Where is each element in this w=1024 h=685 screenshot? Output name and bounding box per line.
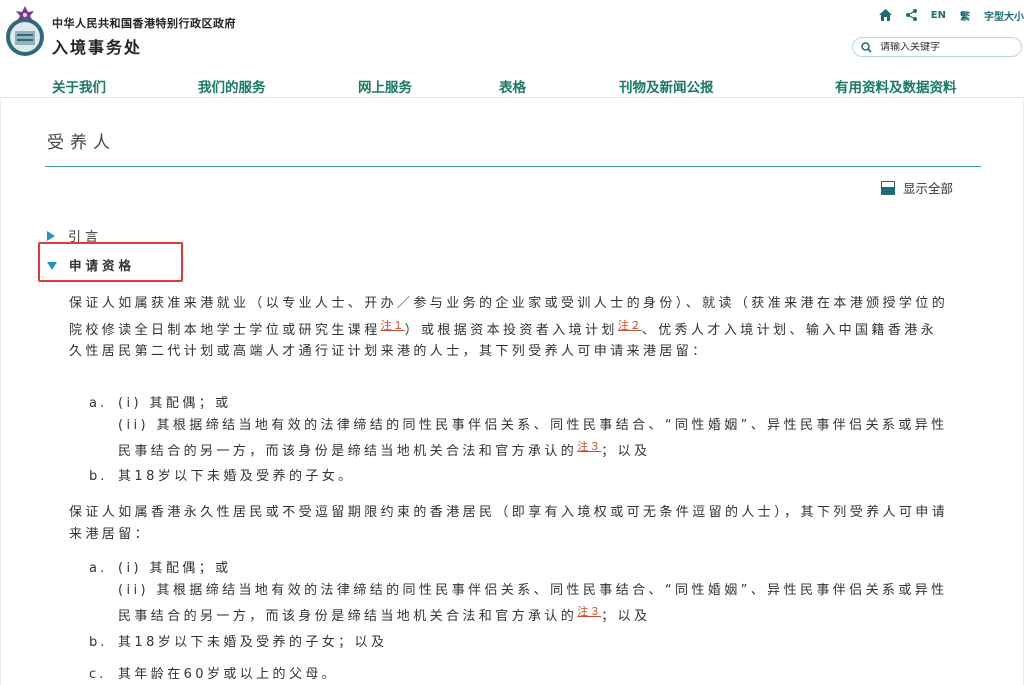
- footnote-link-1[interactable]: 注１: [381, 319, 405, 332]
- government-title: 中华人民共和国香港特别行政区政府: [52, 17, 236, 30]
- footnote-link-3[interactable]: 注３: [577, 605, 601, 618]
- caret-right-icon: [47, 230, 55, 241]
- show-all-toggle[interactable]: 显示全部: [881, 178, 953, 197]
- caret-down-icon: [47, 261, 57, 270]
- title-divider: [45, 166, 981, 167]
- nav-useful-info-statistics[interactable]: 有用资料及数据资料: [835, 76, 957, 96]
- language-tc-link[interactable]: 繁: [960, 8, 970, 23]
- eligibility-paragraph-2: 保证人如属香港永久性居民或不受逗留期限约束的香港居民（即享有入境权或可无条件逗留…: [69, 505, 949, 542]
- main-nav: 关于我们 我们的服务 网上服务 表格 刊物及新闻公报 有用资料及数据资料: [0, 70, 1024, 98]
- list-item: a. (i) 其配偶；或 (ii) 其根据缔结当地有效的法律缔结的同性民事伴侣关…: [89, 396, 948, 459]
- footnote-link-3[interactable]: 注３: [577, 440, 601, 453]
- section-label: 申请资格: [69, 258, 136, 273]
- home-icon[interactable]: [878, 9, 892, 21]
- nav-our-services[interactable]: 我们的服务: [198, 76, 266, 96]
- nav-about-us[interactable]: 关于我们: [52, 76, 106, 96]
- utility-bar: EN 繁 字型大小: [865, 6, 1024, 24]
- search-input[interactable]: [880, 41, 1000, 53]
- nav-online-services[interactable]: 网上服务: [358, 76, 412, 96]
- search-icon[interactable]: [861, 41, 872, 53]
- main-content: 受养人 显示全部 引言 申请资格 保证人如属获准来港就业（以专业人士、开办／参与…: [0, 98, 1024, 685]
- site-header: 中华人民共和国香港特别行政区政府 入境事务处 EN 繁 字型大小: [0, 0, 1024, 68]
- nav-forms[interactable]: 表格: [499, 76, 526, 96]
- hksar-emblem-logo[interactable]: [4, 4, 46, 60]
- nav-publications-press[interactable]: 刊物及新闻公报: [619, 76, 714, 96]
- language-en-link[interactable]: EN: [931, 10, 946, 21]
- eligibility-paragraph-1: 保证人如属获准来港就业（以专业人士、开办／参与业务的企业家或受训人士的身份）、就…: [69, 296, 949, 359]
- expand-all-icon: [881, 180, 895, 195]
- page-title: 受养人: [47, 133, 116, 153]
- footnote-link-2[interactable]: 注２: [618, 319, 642, 332]
- show-all-label: 显示全部: [903, 181, 954, 196]
- list-item: b. 其18岁以下未婚及受养的子女；以及: [89, 635, 388, 650]
- department-title[interactable]: 入境事务处: [52, 34, 142, 58]
- list-item: b. 其18岁以下未婚及受养的子女。: [89, 469, 355, 484]
- font-size-control[interactable]: 字型大小: [984, 8, 1024, 23]
- section-eligibility[interactable]: 申请资格: [47, 255, 135, 274]
- list-item: c. 其年龄在60岁或以上的父母。: [89, 667, 339, 682]
- search-box[interactable]: [852, 37, 1022, 57]
- list-item: a. (i) 其配偶；或 (ii) 其根据缔结当地有效的法律缔结的同性民事伴侣关…: [89, 561, 948, 624]
- share-icon[interactable]: [905, 9, 917, 21]
